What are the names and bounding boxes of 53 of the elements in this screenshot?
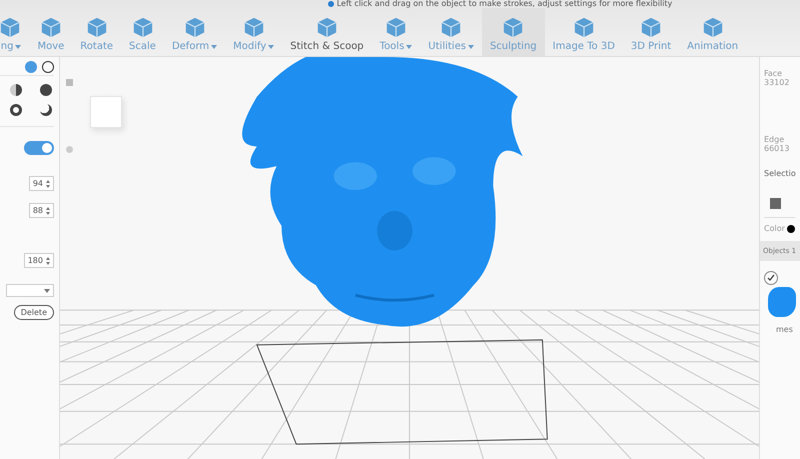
cube-icon [132, 16, 154, 38]
color-label: Color [764, 224, 785, 233]
caret-icon [44, 288, 50, 292]
brush-mode-icon[interactable] [40, 84, 52, 96]
cube-icon [502, 16, 524, 38]
cube-icon [242, 16, 265, 38]
face-count: 33102 [764, 78, 790, 87]
confirm-icon[interactable] [25, 61, 37, 73]
toolbar-button[interactable]: Scale [121, 8, 164, 56]
spinner-arrows-icon[interactable] [46, 206, 50, 214]
dropdown-field[interactable] [6, 284, 54, 297]
toolbar-button[interactable]: Modify [225, 8, 282, 56]
toolbar-button[interactable]: Deform [164, 8, 226, 56]
object-checkbox[interactable] [764, 271, 778, 285]
toolbar-button[interactable]: Stitch & Scoop [282, 8, 372, 56]
edge-count: 66013 [764, 144, 790, 153]
toolbar-button[interactable]: ing [0, 8, 30, 56]
delete-button[interactable]: Delete [14, 305, 54, 320]
number-field[interactable]: 88 [28, 203, 54, 218]
cube-icon [184, 16, 206, 38]
toolbar-button[interactable]: 3D Print [622, 8, 680, 56]
checkmark-icon [767, 274, 775, 282]
brush-mode-icon[interactable] [10, 84, 22, 96]
cube-icon [572, 16, 595, 38]
toolbar-button[interactable]: Image To 3D [544, 8, 623, 56]
selection-label: Selectio [764, 169, 796, 178]
cube-icon [384, 16, 407, 38]
spinner-arrows-icon[interactable] [46, 256, 50, 264]
cube-icon [0, 16, 21, 38]
number-field[interactable]: 180 [24, 253, 54, 268]
toolbar-button[interactable]: Rotate [72, 8, 122, 56]
toolbar-button[interactable]: Utilities [420, 8, 482, 56]
toggle-switch[interactable] [24, 141, 54, 155]
cube-icon [40, 16, 62, 38]
cube-icon [702, 16, 724, 38]
info-icon [328, 1, 334, 7]
face-label: Face [764, 69, 782, 78]
number-field[interactable]: 94 [28, 176, 54, 191]
cube-icon [640, 16, 662, 38]
hint-text: Left click and drag on the object to make strokes, adjust settings for more flexibility [336, 0, 672, 8]
toolbar-button[interactable]: Animation [679, 8, 746, 56]
cube-icon [316, 16, 338, 38]
spinner-arrows-icon[interactable] [46, 180, 50, 188]
brush-mode-icon[interactable] [10, 104, 22, 116]
toolbar-button[interactable]: Sculpting [482, 8, 545, 56]
color-swatch[interactable] [786, 224, 795, 232]
toolbar-button[interactable]: Move [29, 8, 72, 56]
toolbar-button[interactable]: Tools [372, 8, 420, 56]
edge-label: Edge [764, 135, 784, 144]
object-thumbnail[interactable] [768, 287, 796, 317]
object-name: mes [776, 325, 793, 334]
cube-icon [86, 16, 108, 38]
cube-icon [440, 16, 462, 38]
